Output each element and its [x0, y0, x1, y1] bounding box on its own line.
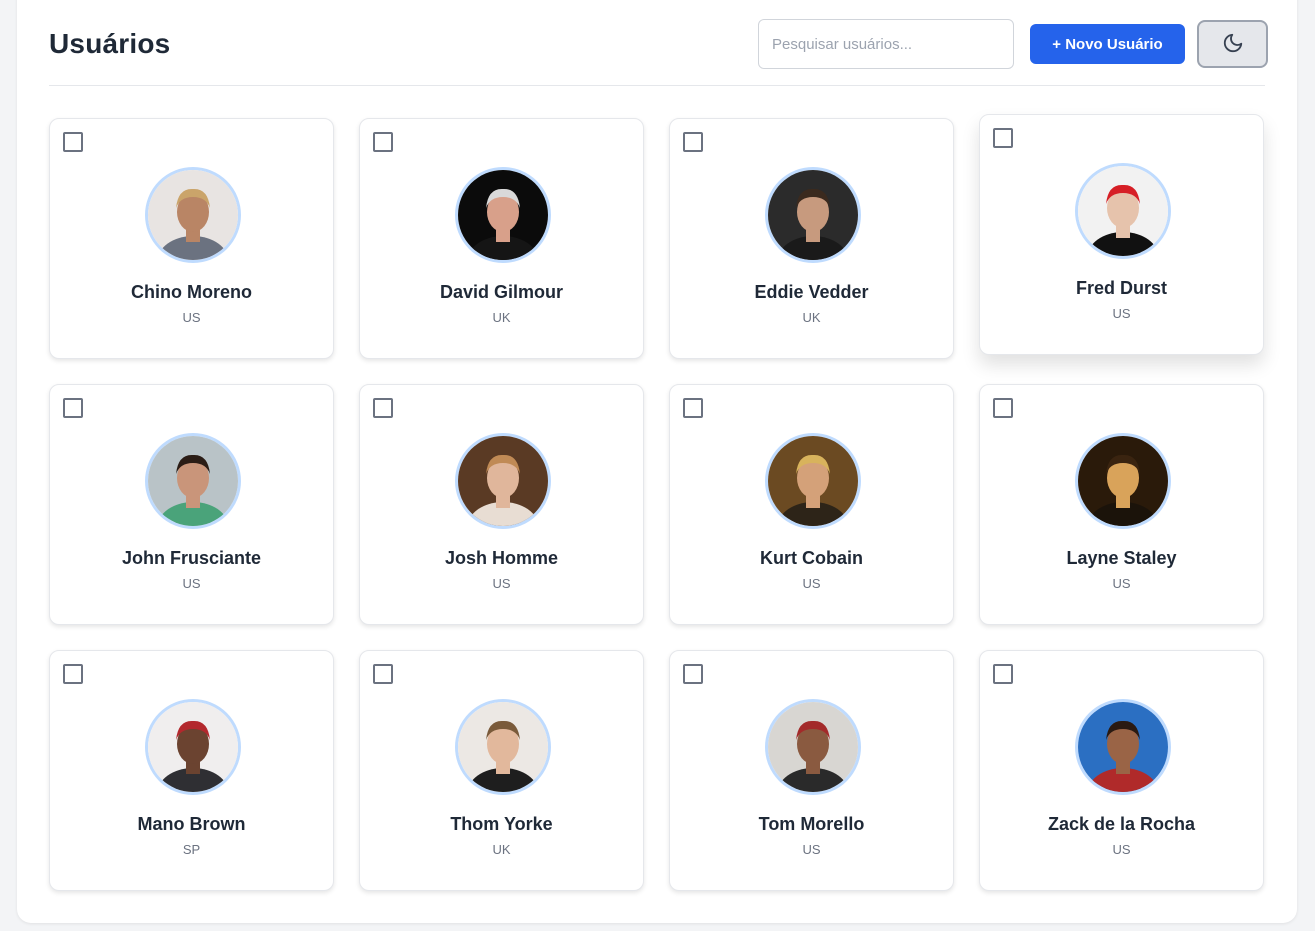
- user-card[interactable]: Mano Brown SP: [49, 650, 334, 891]
- user-card[interactable]: Josh Homme US: [359, 384, 644, 625]
- user-card[interactable]: Tom Morello US: [669, 650, 954, 891]
- select-checkbox[interactable]: [993, 664, 1013, 684]
- avatar: [1075, 433, 1171, 529]
- avatar: [1075, 163, 1171, 259]
- user-card[interactable]: Fred Durst US: [979, 114, 1264, 355]
- user-card[interactable]: Chino Moreno US: [49, 118, 334, 359]
- user-country: SP: [182, 842, 201, 857]
- user-name: Fred Durst: [1075, 278, 1167, 298]
- moon-icon: [1222, 32, 1244, 57]
- avatar: [145, 699, 241, 795]
- user-name: Thom Yorke: [450, 814, 553, 834]
- user-country: US: [802, 842, 821, 857]
- user-name: Layne Staley: [1066, 548, 1177, 568]
- select-checkbox[interactable]: [683, 398, 703, 418]
- avatar: [455, 167, 551, 263]
- user-country: US: [492, 576, 511, 591]
- search-input[interactable]: [758, 19, 1014, 69]
- avatar: [1075, 699, 1171, 795]
- user-country: US: [1112, 576, 1131, 591]
- user-card[interactable]: Thom Yorke UK: [359, 650, 644, 891]
- avatar: [765, 167, 861, 263]
- user-country: US: [182, 310, 201, 325]
- user-name: David Gilmour: [439, 282, 564, 302]
- avatar: [455, 433, 551, 529]
- user-country: UK: [492, 842, 511, 857]
- user-card[interactable]: John Frusciante US: [49, 384, 334, 625]
- new-user-button[interactable]: + Novo Usuário: [1030, 24, 1185, 64]
- user-card[interactable]: Kurt Cobain US: [669, 384, 954, 625]
- user-country: US: [802, 576, 821, 591]
- select-checkbox[interactable]: [63, 132, 83, 152]
- user-name: Tom Morello: [758, 814, 865, 834]
- user-card[interactable]: Layne Staley US: [979, 384, 1264, 625]
- theme-toggle-button[interactable]: [1197, 20, 1268, 68]
- user-card[interactable]: David Gilmour UK: [359, 118, 644, 359]
- user-name: Josh Homme: [444, 548, 559, 568]
- user-name: Kurt Cobain: [760, 548, 863, 568]
- user-country: US: [182, 576, 201, 591]
- select-checkbox[interactable]: [63, 664, 83, 684]
- page-title: Usuários: [49, 28, 171, 59]
- select-checkbox[interactable]: [373, 664, 393, 684]
- select-checkbox[interactable]: [63, 398, 83, 418]
- avatar: [145, 433, 241, 529]
- select-checkbox[interactable]: [683, 664, 703, 684]
- select-checkbox[interactable]: [373, 132, 393, 152]
- user-name: Zack de la Rocha: [1047, 814, 1196, 834]
- user-country: US: [1112, 842, 1131, 857]
- user-name: John Frusciante: [121, 548, 262, 568]
- user-country: US: [1112, 306, 1131, 321]
- user-card[interactable]: Zack de la Rocha US: [979, 650, 1264, 891]
- avatar: [765, 433, 861, 529]
- avatar: [145, 167, 241, 263]
- page-header: Usuários + Novo Usuário: [49, 0, 1268, 86]
- user-name: Eddie Vedder: [754, 282, 869, 302]
- avatar: [455, 699, 551, 795]
- select-checkbox[interactable]: [683, 132, 703, 152]
- select-checkbox[interactable]: [993, 128, 1013, 148]
- user-name: Mano Brown: [137, 814, 246, 834]
- user-card[interactable]: Eddie Vedder UK: [669, 118, 954, 359]
- avatar: [765, 699, 861, 795]
- select-checkbox[interactable]: [993, 398, 1013, 418]
- user-country: UK: [492, 310, 511, 325]
- user-name: Chino Moreno: [131, 282, 252, 302]
- user-country: UK: [802, 310, 821, 325]
- select-checkbox[interactable]: [373, 398, 393, 418]
